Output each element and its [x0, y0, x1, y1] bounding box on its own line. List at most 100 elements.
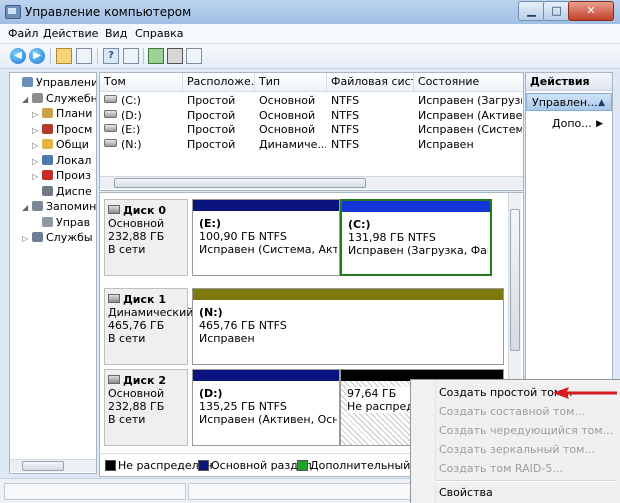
task-scheduler-icon	[42, 108, 53, 118]
menu-file[interactable]: Файл	[8, 27, 38, 40]
help-icon[interactable]: ?	[103, 48, 119, 64]
context-menu-item[interactable]: Создать составной том...	[439, 403, 585, 421]
minimize-button[interactable]: ▁	[518, 1, 545, 21]
table-cell: Исправен (Система,	[418, 123, 522, 137]
table-cell-text: Основной	[259, 94, 316, 107]
tree-item[interactable]: ▷ Произ	[32, 169, 91, 183]
table-cell-text: Простой	[187, 108, 236, 122]
table-cell-text: NTFS	[331, 137, 360, 151]
actions-more[interactable]: Допо... ▶	[526, 116, 612, 132]
disk-name: Диск 2	[123, 374, 166, 387]
status-cell-1	[4, 483, 186, 500]
disk-management-icon	[42, 216, 53, 227]
table-row[interactable]: (D:) Простой Основной NTFS Исправен (Активен…	[100, 109, 523, 123]
back-arrow-icon[interactable]: ◀	[10, 48, 26, 64]
partition-label: (C:)	[348, 218, 371, 231]
tree-expander-icon[interactable]: ◢	[22, 93, 30, 107]
tree-item[interactable]: ▷ Службы и	[22, 231, 96, 246]
actions-disk-management[interactable]: Управлен... ▲	[526, 93, 612, 111]
show-hide-tree-icon[interactable]	[76, 48, 92, 64]
disk-icon	[108, 375, 120, 384]
tree-item[interactable]: ▷ Общи	[32, 138, 89, 152]
table-row[interactable]: (E:) Простой Основной NTFS Исправен (Система…	[100, 123, 523, 137]
tree-expander-icon[interactable]: ▷	[32, 108, 40, 122]
tree-item[interactable]: Диспе	[32, 185, 92, 199]
tree-item[interactable]: ▷ Плани	[32, 107, 92, 121]
tree-item[interactable]: ▷ Локал	[32, 154, 91, 168]
context-menu-item[interactable]: Создать зеркальный том...	[439, 441, 595, 459]
storage-icon	[32, 201, 43, 211]
partition-color-bar	[193, 370, 339, 381]
shared-folders-icon	[42, 139, 53, 149]
table-cell: Простой	[187, 138, 254, 152]
context-menu-item[interactable]: Создать чередующийся том...	[439, 422, 613, 440]
disk-label[interactable]: Диск 0 Основной 232,88 ГБ В сети	[104, 199, 188, 276]
close-button[interactable]: ✕	[568, 1, 614, 21]
table-cell: Основной	[259, 123, 326, 137]
table-cell-text: Простой	[187, 137, 236, 151]
partition-color-bar	[193, 289, 503, 300]
volume-list-scrollbar[interactable]	[100, 176, 523, 189]
table-cell-text: (D:)	[121, 108, 142, 122]
disk-size: 465,76 ГБ	[108, 319, 165, 332]
forward-arrow-icon[interactable]: ▶	[29, 48, 45, 64]
pane-view-icon[interactable]	[123, 48, 139, 64]
tree-horizontal-scrollbar[interactable]	[10, 459, 96, 472]
tree-item[interactable]: ▷ Просм	[32, 123, 92, 137]
legend-swatch-primary	[198, 460, 209, 471]
tree-expander-icon[interactable]: ▷	[32, 139, 40, 153]
menu-help[interactable]: Справка	[135, 27, 183, 40]
menu-action[interactable]: Действие	[43, 27, 98, 40]
tree-item-label: Локал	[56, 153, 92, 167]
table-cell: Исправен	[418, 138, 522, 152]
column-header-filesystem[interactable]: Файловая сист...	[327, 73, 414, 91]
context-menu-item[interactable]: Создать том RAID-5...	[439, 460, 563, 478]
column-header-status[interactable]: Состояние	[414, 73, 523, 91]
disk-label[interactable]: Диск 1 Динамический 465,76 ГБ В сети	[104, 288, 193, 365]
refresh-icon[interactable]	[148, 48, 164, 64]
tree-item-label: Произ	[56, 169, 91, 182]
console-view-icon[interactable]	[186, 48, 202, 64]
submenu-arrow-icon: ▶	[596, 119, 603, 129]
tree-expander-icon[interactable]: ▷	[32, 170, 40, 184]
table-cell-text: Простой	[187, 123, 236, 136]
partition-status: Исправен (Активен, Основно	[199, 413, 337, 426]
column-header-layout[interactable]: Расположе...	[183, 73, 255, 91]
tree-item[interactable]: Управление к	[12, 76, 96, 90]
context-menu-properties[interactable]: Свойства	[439, 484, 493, 502]
table-cell-text: NTFS	[331, 94, 360, 107]
table-row[interactable]: (N:) Простой Динамиче... NTFS Исправен	[100, 138, 523, 152]
table-cell-text: NTFS	[331, 108, 360, 122]
column-header-type[interactable]: Тип	[255, 73, 327, 91]
tree-expander-icon[interactable]: ◢	[22, 201, 30, 215]
disk-label[interactable]: Диск 2 Основной 232,88 ГБ В сети	[104, 369, 188, 446]
partition-size: 131,98 ГБ NTFS	[348, 231, 436, 244]
partition-color-bar	[193, 200, 339, 211]
tree-item[interactable]: ◢ Служебны	[22, 92, 96, 107]
up-folder-icon[interactable]	[56, 48, 72, 64]
partition[interactable]: (E:)100,90 ГБ NTFSИсправен (Система, Акт…	[192, 199, 340, 276]
maximize-button[interactable]: □	[543, 1, 570, 21]
tree-expander-icon[interactable]: ▷	[22, 232, 30, 246]
tree-expander-icon[interactable]: ▷	[32, 124, 40, 138]
disk-size: 232,88 ГБ	[108, 400, 165, 413]
partition-status: Исправен	[199, 332, 255, 345]
collapse-up-icon[interactable]: ▲	[598, 94, 605, 112]
table-cell: Основной	[259, 109, 326, 123]
title-bar: Управление компьютером ▁ □ ✕	[0, 0, 620, 25]
tree-item-label: Управление к	[36, 76, 96, 89]
disk-status: В сети	[108, 243, 146, 256]
tree-item[interactable]: ◢ Запомина	[22, 200, 96, 215]
properties-icon[interactable]	[167, 48, 183, 64]
partition[interactable]: (C:) 131,98 ГБ NTFS Исправен (Загрузка, Фа…	[340, 199, 492, 276]
table-cell: Простой	[187, 109, 254, 123]
volume-list: Том Расположе... Тип Файловая сист... Со…	[99, 72, 524, 191]
menu-view[interactable]: Вид	[105, 27, 127, 40]
tree-item[interactable]: Управ	[32, 216, 90, 230]
partition[interactable]: (D:)135,25 ГБ NTFSИсправен (Активен, Осн…	[192, 369, 340, 446]
table-cell: Простой	[187, 94, 254, 108]
column-header-volume[interactable]: Том	[100, 73, 183, 91]
partition[interactable]: (N:) 465,76 ГБ NTFS Исправен	[192, 288, 504, 365]
tree-expander-icon[interactable]: ▷	[32, 155, 40, 169]
table-row[interactable]: (C:) Простой Основной NTFS Исправен (Загрузк…	[100, 94, 523, 108]
